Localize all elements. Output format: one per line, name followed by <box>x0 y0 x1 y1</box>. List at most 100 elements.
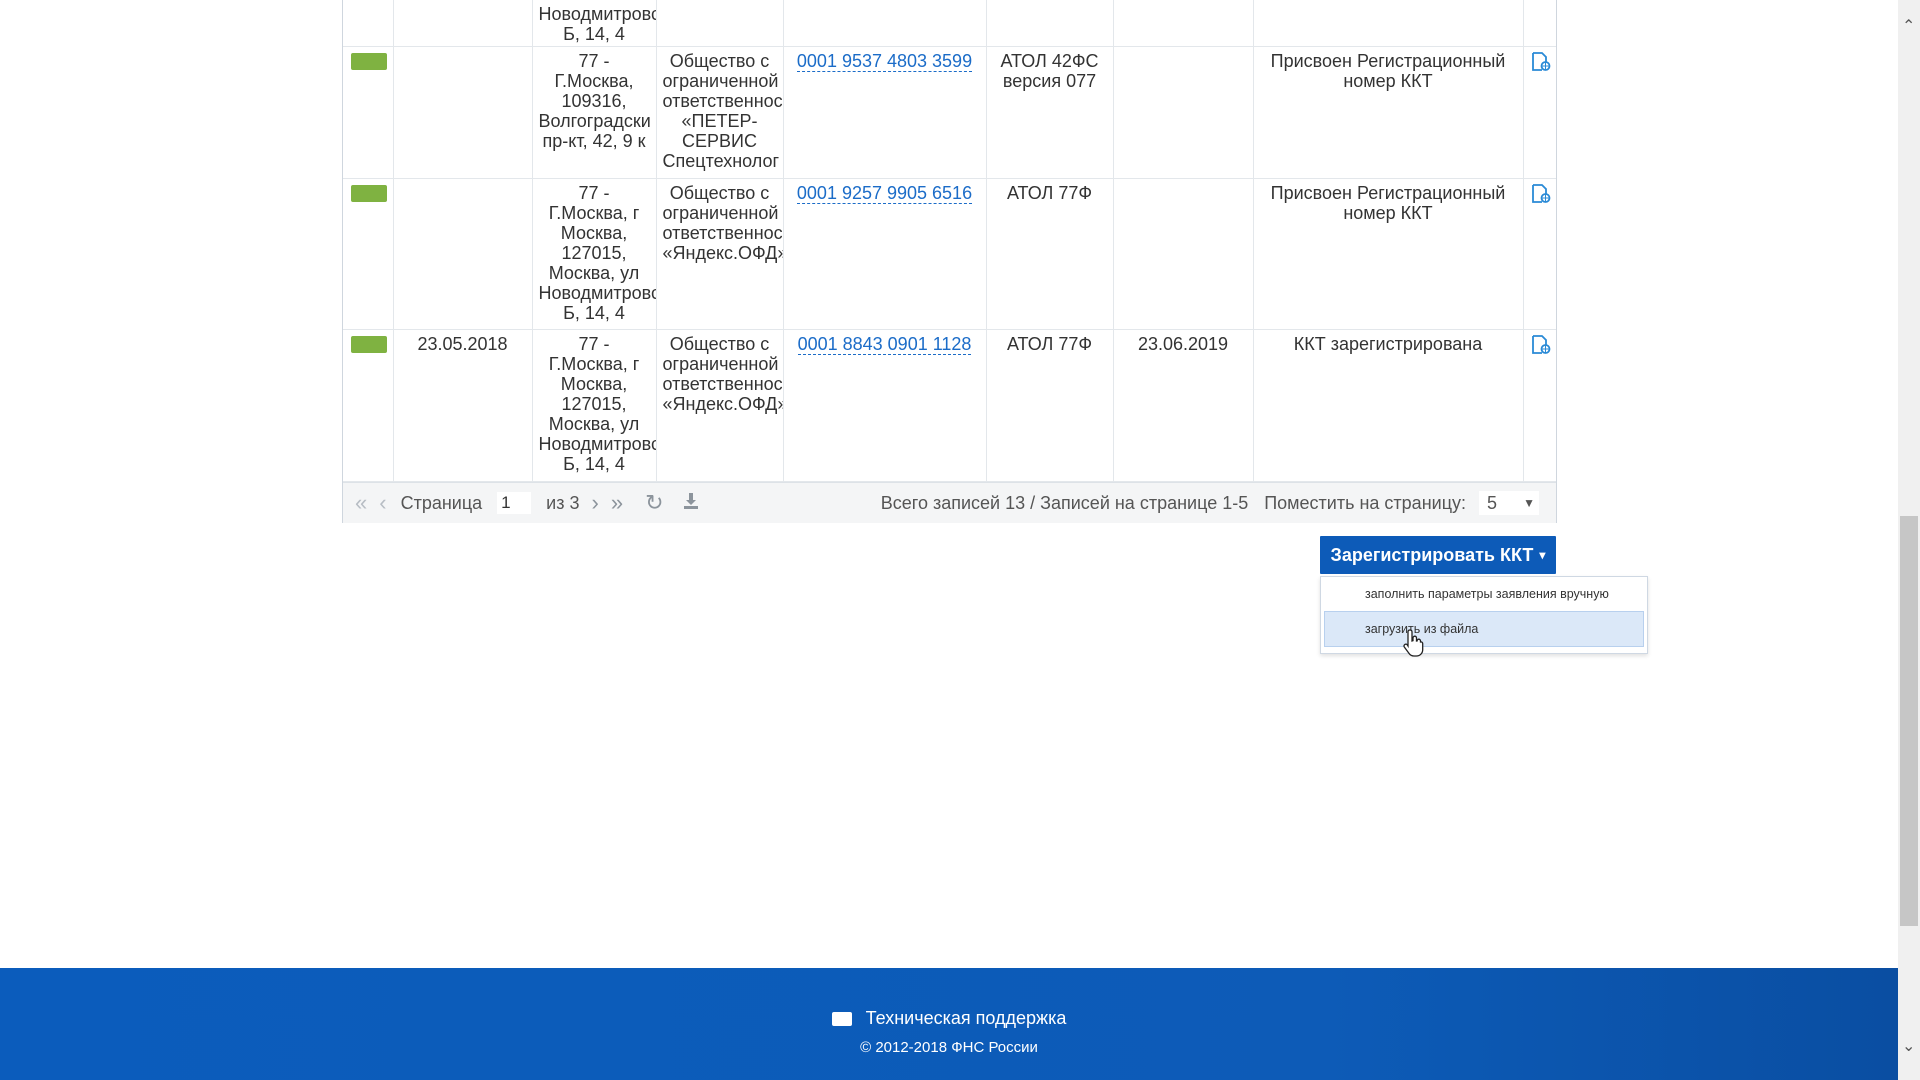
status-indicator <box>351 53 387 70</box>
page-count-label: из 3 <box>546 492 580 513</box>
org-line: ограниченной <box>662 71 779 91</box>
address-line: Новодмитровс <box>538 283 656 303</box>
scroll-up-icon[interactable]: ⌃ <box>1902 16 1915 36</box>
menu-item-fill-manually[interactable]: заполнить параметры заявления вручную <box>1321 577 1647 611</box>
action-cell <box>1523 46 1556 179</box>
address-line: 109316, <box>561 91 627 111</box>
caret-down-icon: ▾ <box>1539 548 1546 562</box>
scroll-thumb[interactable] <box>1900 516 1918 926</box>
scroll-down-icon[interactable]: ⌄ <box>1902 1036 1915 1056</box>
organization-cell: Общество с ограниченной ответственнос «Янде… <box>656 178 784 330</box>
address-line: пр-кт, 42, 9 к <box>542 131 646 151</box>
status-text-cell: Присвоен Регистрационный номер ККТ <box>1253 178 1524 330</box>
address-line: Г.Москва, г <box>548 203 640 223</box>
menu-item-load-from-file[interactable]: загрузить из файла <box>1324 611 1644 647</box>
status-cell <box>343 329 394 482</box>
org-line: Общество с <box>669 183 770 203</box>
status-line: ККТ зарегистрирована <box>1293 334 1483 354</box>
support-link[interactable]: Техническая поддержка <box>0 1008 1898 1029</box>
address-line: Г.Москва, г <box>548 354 640 374</box>
registration-date: 23.05.2018 <box>417 334 508 354</box>
address-cell: 77 - Г.Москва, г Москва, 127015, Москва, ул Н… <box>532 329 657 482</box>
model-line: версия 077 <box>1002 71 1097 91</box>
status-text-cell: ККТ зарегистрирована <box>1253 329 1524 482</box>
kkt-grid: Новодмитровс Б, 14, 4 77 - Г.Москва, 109316,… <box>342 0 1557 523</box>
prev-page-icon[interactable]: ‹ <box>379 490 386 516</box>
pagination-bar: « ‹ Страница из 3 › » ↻ Всего записей 13… <box>343 482 1556 523</box>
address-line: Москва, <box>560 223 628 243</box>
date-cell <box>393 0 533 47</box>
kkt-number-link[interactable]: 0001 9537 4803 3599 <box>796 51 973 72</box>
date-cell <box>393 178 533 330</box>
status-text-cell <box>1253 0 1524 47</box>
status-line: номер ККТ <box>1343 71 1433 91</box>
kkt-number-link[interactable]: 0001 9257 9905 6516 <box>796 183 973 204</box>
org-line: Общество с <box>669 334 770 354</box>
status-cell <box>343 46 394 179</box>
last-page-icon[interactable]: » <box>611 490 623 516</box>
status-line: Присвоен Регистрационный <box>1270 51 1506 71</box>
next-page-icon[interactable]: › <box>592 490 599 516</box>
address-cell: 77 - Г.Москва, 109316, Волгоградски пр-кт, 4… <box>532 46 657 179</box>
address-line: 77 - <box>578 334 610 354</box>
main-content: Новодмитровс Б, 14, 4 77 - Г.Москва, 109316,… <box>0 0 1898 968</box>
address-line: 127015, <box>561 394 627 414</box>
mail-icon <box>831 1011 852 1026</box>
model-line: АТОЛ 77Ф <box>1006 334 1093 354</box>
model-cell: АТОЛ 77Ф <box>986 329 1114 482</box>
org-line: СЕРВИС <box>682 131 757 151</box>
end-date-cell <box>1113 178 1254 330</box>
status-indicator <box>351 336 387 353</box>
records-summary: Всего записей 13 / Записей на странице 1… <box>880 492 1249 513</box>
document-view-icon[interactable] <box>1530 51 1551 73</box>
org-line: «Яндекс.ОФД» <box>662 394 783 414</box>
address-line: Москва, ул <box>548 414 640 434</box>
table-body: Новодмитровс Б, 14, 4 77 - Г.Москва, 109316,… <box>343 0 1556 482</box>
address-line: Б, 14, 4 <box>563 303 625 323</box>
model-cell: АТОЛ 77Ф <box>986 178 1114 330</box>
address-line: 77 - <box>578 183 610 203</box>
address-line: Б, 14, 4 <box>563 454 625 474</box>
register-dropdown-menu: заполнить параметры заявления вручную за… <box>1320 576 1648 654</box>
date-cell <box>393 46 533 179</box>
vertical-scrollbar[interactable]: ⌃ ⌄ <box>1898 0 1920 1080</box>
org-line: Спецтехнолог <box>662 151 780 171</box>
org-line: ответственнос <box>662 223 783 243</box>
model-line: АТОЛ 42ФС <box>1000 51 1099 71</box>
kkt-number-link[interactable]: 0001 8843 0901 1128 <box>797 334 972 355</box>
per-page-value: 5 <box>1487 492 1498 513</box>
address-line: Москва, ул <box>548 263 640 283</box>
hand-cursor-icon <box>1402 628 1426 663</box>
address-line: Б, 14, 4 <box>563 24 625 44</box>
page-label: Страница <box>400 492 483 513</box>
address-line: Г.Москва, <box>554 71 634 91</box>
kkt-number-cell: 0001 9257 9905 6516 <box>783 178 987 330</box>
document-view-icon[interactable] <box>1530 334 1551 356</box>
address-line: Москва, <box>560 374 628 394</box>
address-line: 77 - <box>578 51 610 71</box>
org-line: «Яндекс.ОФД» <box>662 243 783 263</box>
register-kkt-button[interactable]: Зарегистрировать ККТ ▾ <box>1320 536 1556 574</box>
per-page-select[interactable]: 5 ▼ <box>1478 490 1540 516</box>
document-view-icon[interactable] <box>1530 183 1551 205</box>
end-date: 23.06.2019 <box>1137 334 1229 354</box>
table-row: 23.05.2018 77 - Г.Москва, г Москва, 127015, М… <box>343 329 1556 482</box>
org-line: ограниченной <box>662 354 779 374</box>
model-cell: АТОЛ 42ФС версия 077 <box>986 46 1114 179</box>
first-page-icon[interactable]: « <box>355 490 367 516</box>
end-date-cell <box>1113 0 1254 47</box>
download-icon[interactable] <box>682 490 700 516</box>
status-cell <box>343 178 394 330</box>
refresh-icon[interactable]: ↻ <box>645 490 663 516</box>
page-number-input[interactable] <box>496 491 533 515</box>
organization-cell: Общество с ограниченной ответственнос «Янде… <box>656 329 784 482</box>
page-footer: Техническая поддержка © 2012-2018 ФНС Ро… <box>0 968 1898 1080</box>
kkt-number-cell: 0001 8843 0901 1128 <box>783 329 987 482</box>
kkt-number-cell <box>783 0 987 47</box>
address-line: 127015, <box>561 243 627 263</box>
table-row: 77 - Г.Москва, 109316, Волгоградски пр-кт, 4… <box>343 46 1556 179</box>
status-line: Присвоен Регистрационный <box>1270 183 1506 203</box>
action-cell <box>1523 329 1556 482</box>
copyright: © 2012-2018 ФНС России <box>860 1039 1038 1056</box>
table-row: Новодмитровс Б, 14, 4 <box>343 0 1556 47</box>
